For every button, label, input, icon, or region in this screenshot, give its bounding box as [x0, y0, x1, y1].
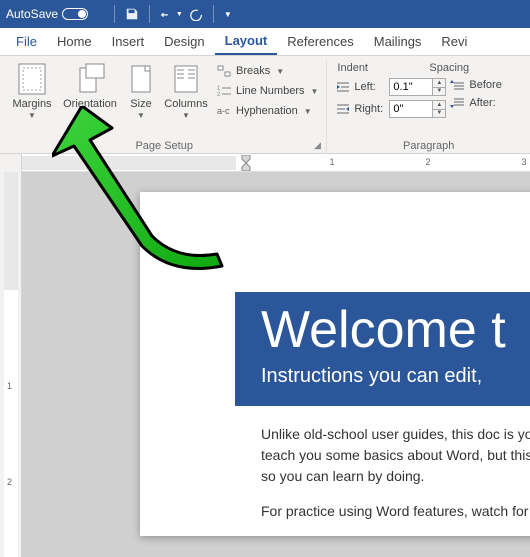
spacing-after-icon [450, 96, 466, 110]
spinner-buttons[interactable]: ▲▼ [433, 78, 446, 96]
orientation-icon [73, 62, 107, 96]
indent-left-icon [335, 80, 351, 94]
indent-left-input[interactable] [389, 78, 433, 96]
banner-subtitle: Instructions you can edit, [261, 365, 530, 388]
breaks-icon [216, 63, 232, 79]
svg-text:a-c: a-c [217, 106, 230, 116]
tab-review[interactable]: Revi [431, 28, 477, 55]
page-setup-group-label: Page Setup [6, 138, 322, 152]
document-area: 1 2 Welcome t Instructions you can edit,… [0, 172, 530, 557]
toggle-off-icon [62, 8, 88, 20]
orientation-button[interactable]: Orientation ▼ [60, 60, 120, 122]
undo-icon[interactable]: ▼ [160, 7, 183, 21]
margins-button[interactable]: Margins ▼ [6, 60, 58, 122]
save-icon[interactable] [125, 7, 139, 21]
body-line: For practice using Word features, watch … [261, 503, 530, 519]
tab-insert[interactable]: Insert [102, 28, 155, 55]
margins-icon [15, 62, 49, 96]
size-icon [124, 62, 158, 96]
breaks-label: Breaks [236, 65, 270, 77]
vertical-ruler[interactable]: 1 2 [0, 172, 22, 557]
indent-right-label: Right: [354, 103, 386, 115]
line-numbers-label: Line Numbers [236, 85, 304, 97]
chevron-down-icon: ▼ [310, 87, 318, 96]
ribbon-tabs: File Home Insert Design Layout Reference… [0, 28, 530, 56]
orientation-label: Orientation [63, 98, 117, 110]
tab-mailings[interactable]: Mailings [364, 28, 432, 55]
divider [114, 5, 115, 23]
customize-qat-icon[interactable]: ▼ [224, 10, 232, 19]
page-setup-dialog-launcher[interactable]: ◢ [311, 139, 323, 151]
line-numbers-icon: 12 [216, 83, 232, 99]
ruler-corner [0, 154, 22, 172]
spinner-buttons[interactable]: ▲▼ [433, 100, 446, 118]
margins-label: Margins [12, 98, 51, 110]
document-page[interactable]: Welcome t Instructions you can edit, Unl… [140, 192, 530, 536]
tab-file[interactable]: File [6, 28, 47, 55]
spacing-after-label: After: [469, 97, 495, 109]
chevron-down-icon: ▼ [304, 107, 312, 116]
divider [213, 5, 214, 23]
columns-label: Columns [164, 98, 207, 110]
banner-title: Welcome t [261, 302, 530, 359]
chevron-down-icon: ▼ [182, 112, 190, 120]
breaks-button[interactable]: Breaks ▼ [212, 62, 322, 80]
tab-references[interactable]: References [277, 28, 363, 55]
autosave-toggle[interactable]: AutoSave Off [6, 7, 104, 21]
size-label: Size [130, 98, 151, 110]
indent-left-label: Left: [354, 81, 386, 93]
horizontal-ruler[interactable]: 1 2 3 [0, 154, 530, 172]
hyphenation-label: Hyphenation [236, 105, 298, 117]
spacing-before-icon [450, 78, 466, 92]
line-numbers-button[interactable]: 12 Line Numbers ▼ [212, 82, 322, 100]
indent-right-icon [335, 102, 351, 116]
tab-design[interactable]: Design [154, 28, 214, 55]
welcome-banner: Welcome t Instructions you can edit, [235, 292, 530, 406]
autosave-label: AutoSave [6, 7, 58, 21]
body-line: Unlike old-school user guides, this doc … [261, 426, 530, 442]
chevron-down-icon: ▼ [86, 112, 94, 120]
first-line-indent-marker[interactable] [236, 155, 260, 171]
spacing-before-label: Before [469, 79, 501, 91]
body-text[interactable]: Unlike old-school user guides, this doc … [235, 406, 530, 522]
hyphenation-icon: a-c [216, 103, 232, 119]
chevron-down-icon: ▼ [28, 112, 36, 120]
ruler-tick: 2 [425, 157, 430, 167]
ruler-tick: 2 [7, 477, 12, 487]
tab-layout[interactable]: Layout [215, 28, 278, 55]
body-line: teach you some basics about Word, but th… [261, 447, 530, 463]
ruler-tick: 3 [521, 157, 526, 167]
body-line: so you can learn by doing. [261, 468, 424, 484]
spacing-header: Spacing [429, 62, 469, 74]
size-button[interactable]: Size ▼ [122, 60, 160, 122]
group-page-setup: Margins ▼ Orientation ▼ Size ▼ [2, 60, 327, 154]
columns-button[interactable]: Columns ▼ [162, 60, 210, 122]
ruler-tick: 1 [329, 157, 334, 167]
tab-home[interactable]: Home [47, 28, 102, 55]
svg-text:2: 2 [217, 92, 221, 98]
indent-right-input[interactable] [389, 100, 433, 118]
ruler-tick: 1 [7, 381, 12, 391]
hyphenation-button[interactable]: a-c Hyphenation ▼ [212, 102, 322, 120]
chevron-down-icon: ▼ [276, 67, 284, 76]
redo-icon[interactable] [189, 7, 203, 21]
indent-header: Indent [337, 62, 429, 74]
group-paragraph: Indent Spacing Left: ▲▼ Right: ▲▼ [327, 60, 530, 154]
divider [149, 5, 150, 23]
columns-icon [169, 62, 203, 96]
chevron-down-icon: ▼ [137, 112, 145, 120]
title-bar: AutoSave Off ▼ ▼ [0, 0, 530, 28]
ribbon: Margins ▼ Orientation ▼ Size ▼ [0, 56, 530, 154]
paragraph-group-label: Paragraph [331, 138, 526, 152]
